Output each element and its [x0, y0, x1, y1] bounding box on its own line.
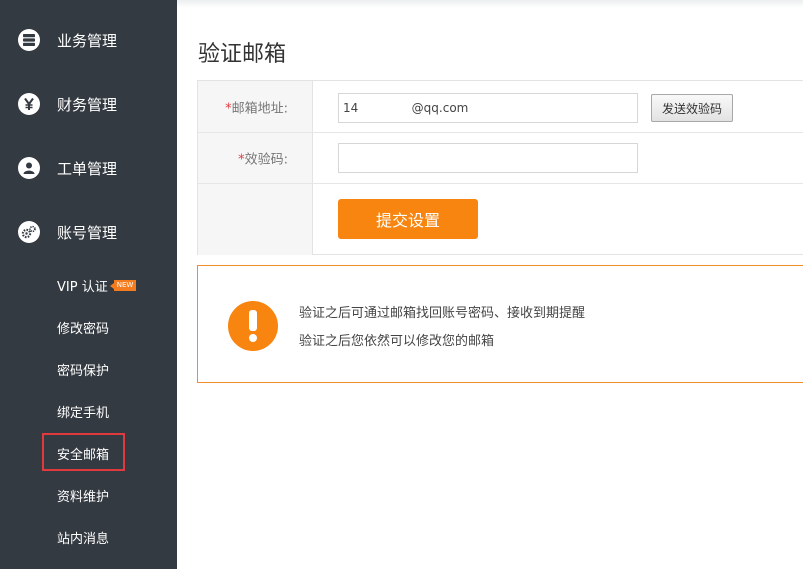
page-title: 验证邮箱: [198, 42, 287, 67]
sub-item-label: 修改密码: [57, 321, 110, 337]
email-form: *邮箱地址: 发送效验码 *效验码: 提交设置: [197, 80, 803, 255]
user-icon: [18, 157, 40, 179]
send-code-button[interactable]: 发送效验码: [651, 94, 733, 122]
exclamation-dot: [249, 334, 257, 342]
notice-box: 验证之后可通过邮箱找回账号密码、接收到期提醒 验证之后您依然可以修改您的邮箱: [197, 265, 803, 383]
server-icon: [18, 29, 40, 51]
sub-item-label: 绑定手机: [57, 405, 110, 421]
exclamation-bar: [249, 310, 257, 331]
nav-label: 账号管理: [57, 223, 118, 242]
gears-icon: [18, 221, 40, 243]
nav-item-tickets[interactable]: 工单管理: [0, 148, 177, 188]
code-label-text: 效验码:: [244, 152, 288, 168]
sub-item-vip[interactable]: VIP 认证 NEW: [57, 274, 137, 296]
active-item-highlight: [42, 433, 125, 471]
notice-line-1: 验证之后可通过邮箱找回账号密码、接收到期提醒: [299, 306, 586, 321]
email-label: *邮箱地址:: [225, 97, 288, 116]
nav-item-account[interactable]: 账号管理: [0, 212, 177, 252]
form-row-submit: 提交设置: [198, 184, 803, 255]
sub-item-messages[interactable]: 站内消息: [57, 526, 109, 548]
nav-item-finance[interactable]: 财务管理: [0, 84, 177, 124]
new-badge: NEW: [109, 279, 137, 291]
sub-item-label: VIP 认证: [57, 279, 108, 295]
sub-item-bind-phone[interactable]: 绑定手机: [57, 400, 109, 422]
nav-item-business[interactable]: 业务管理: [0, 20, 177, 60]
notice-line-2: 验证之后您依然可以修改您的邮箱: [299, 334, 495, 349]
sidebar: 业务管理 财务管理 工单管理 账号管理 VIP 认证 NEW 修改密码 密码保护…: [0, 0, 177, 569]
sub-item-label: 密码保护: [57, 363, 110, 379]
email-label-text: 邮箱地址:: [231, 101, 288, 116]
label-cell: [198, 184, 313, 255]
nav-label: 财务管理: [57, 95, 118, 114]
sub-item-label: 资料维护: [57, 489, 110, 505]
label-cell: *效验码:: [198, 133, 313, 183]
header-shadow: [177, 0, 803, 8]
nav-label: 工单管理: [57, 159, 118, 178]
sub-item-password-protection[interactable]: 密码保护: [57, 358, 109, 380]
form-row-code: *效验码:: [198, 133, 803, 184]
nav-label: 业务管理: [57, 31, 118, 50]
sub-item-change-password[interactable]: 修改密码: [57, 316, 109, 338]
sub-item-label: 站内消息: [57, 531, 110, 547]
exclamation-icon: [228, 301, 278, 351]
yen-icon: [18, 93, 40, 115]
email-input[interactable]: [338, 93, 638, 123]
label-cell: *邮箱地址:: [198, 81, 313, 132]
verification-code-input[interactable]: [338, 143, 638, 173]
code-label: *效验码:: [238, 149, 288, 168]
submit-button[interactable]: 提交设置: [338, 199, 478, 239]
sub-item-profile[interactable]: 资料维护: [57, 484, 109, 506]
form-row-email: *邮箱地址: 发送效验码: [198, 81, 803, 133]
